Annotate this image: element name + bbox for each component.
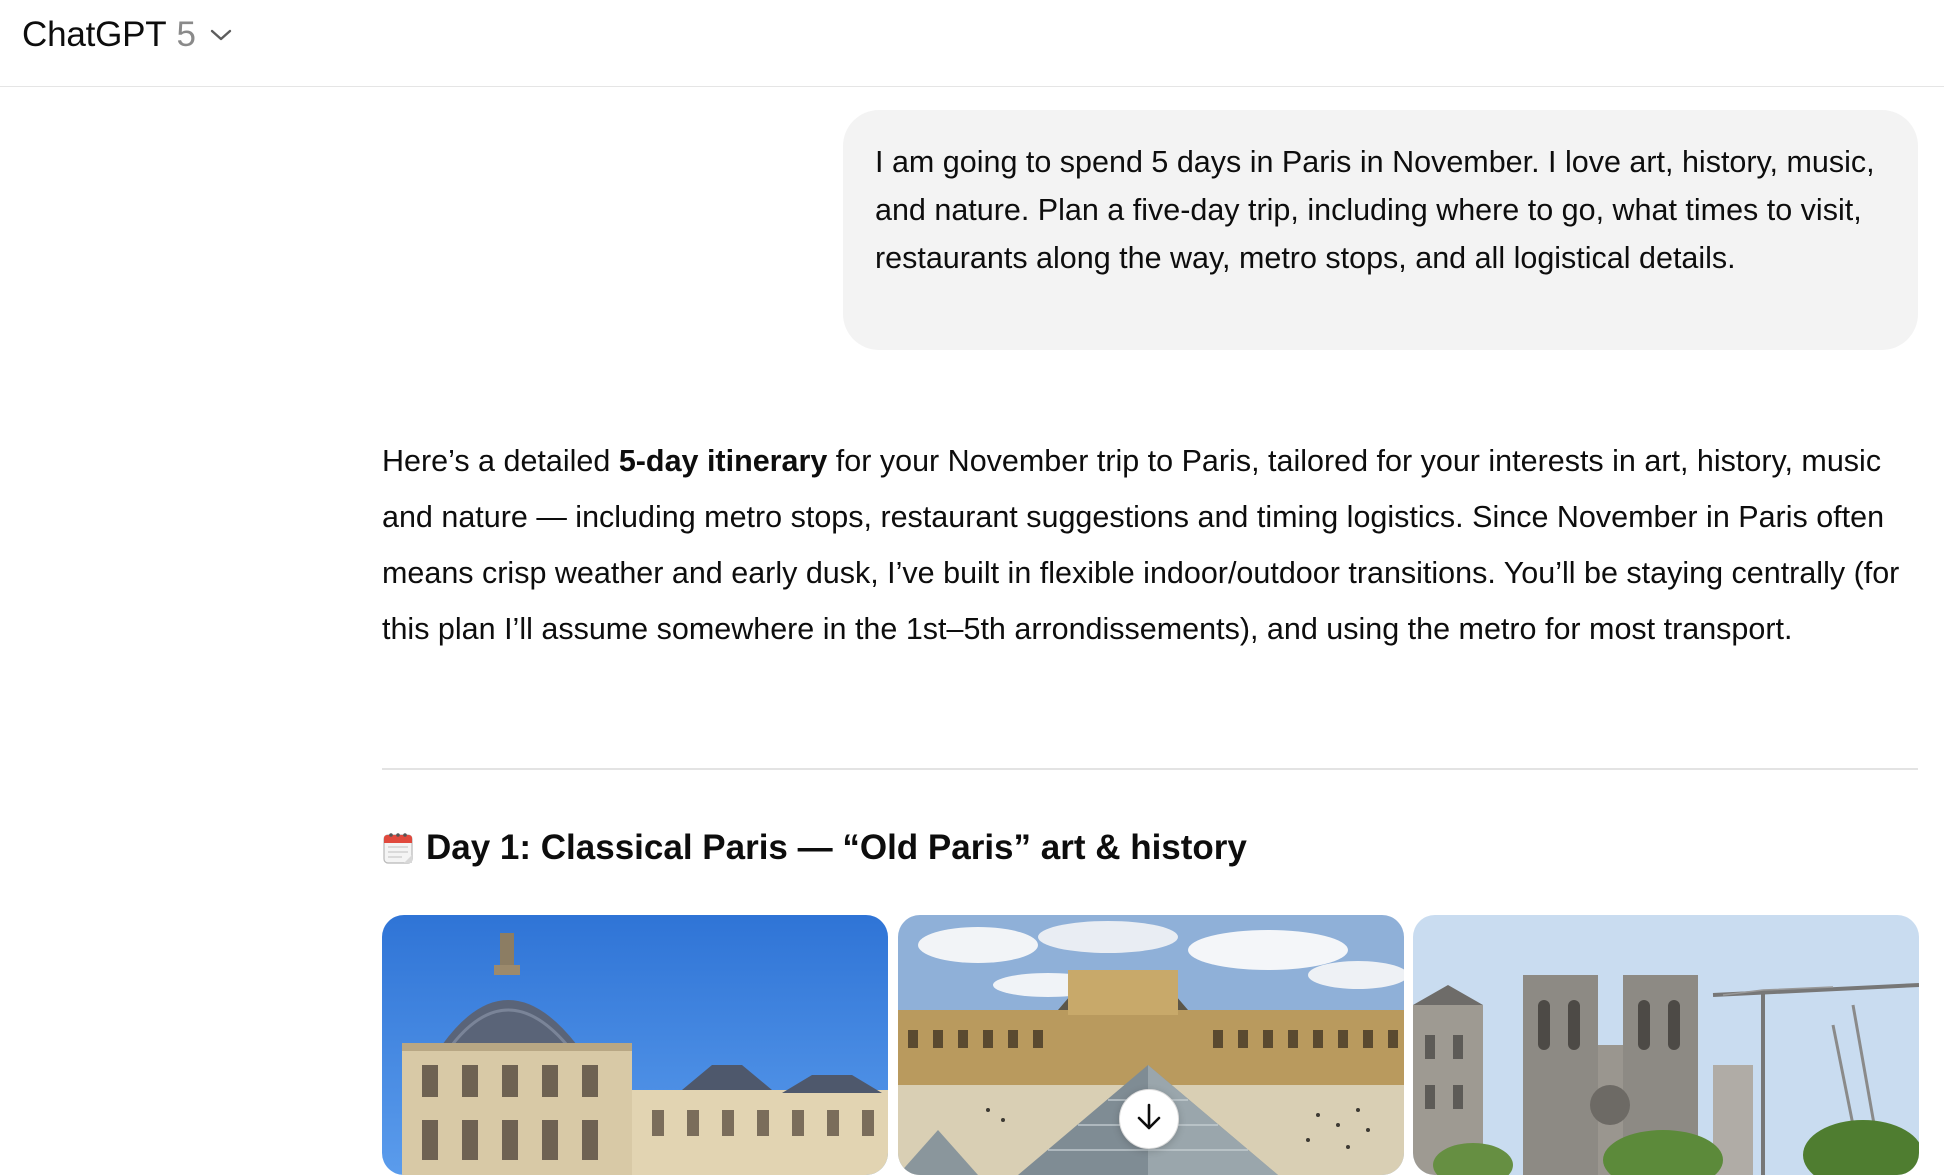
day1-heading-text: Day 1: Classical Paris — “Old Paris” art… [426,828,1247,867]
model-version: 5 [176,15,196,54]
day1-heading: Day 1: Classical Paris — “Old Paris” art… [382,828,1247,868]
gallery-image-notre-dame[interactable] [1413,915,1919,1175]
gallery-image-louvre-pavilion[interactable] [382,915,888,1175]
calendar-icon [382,831,414,865]
app-title: ChatGPT [22,15,167,54]
assistant-intro-paragraph: Here’s a detailed 5-day itinerary for yo… [382,433,1922,657]
user-message-bubble: I am going to spend 5 days in Paris in N… [843,110,1918,350]
section-divider [382,768,1918,770]
arrow-down-icon [1135,1102,1163,1137]
scroll-to-bottom-button[interactable] [1119,1089,1179,1149]
model-switcher-button[interactable]: ChatGPT 5 [22,14,234,56]
top-header: ChatGPT 5 [0,0,1944,87]
intro-text-start: Here’s a detailed [382,444,619,478]
chevron-down-icon [208,22,234,48]
user-message-text: I am going to spend 5 days in Paris in N… [875,145,1875,275]
intro-bold-text: 5-day itinerary [618,444,828,478]
